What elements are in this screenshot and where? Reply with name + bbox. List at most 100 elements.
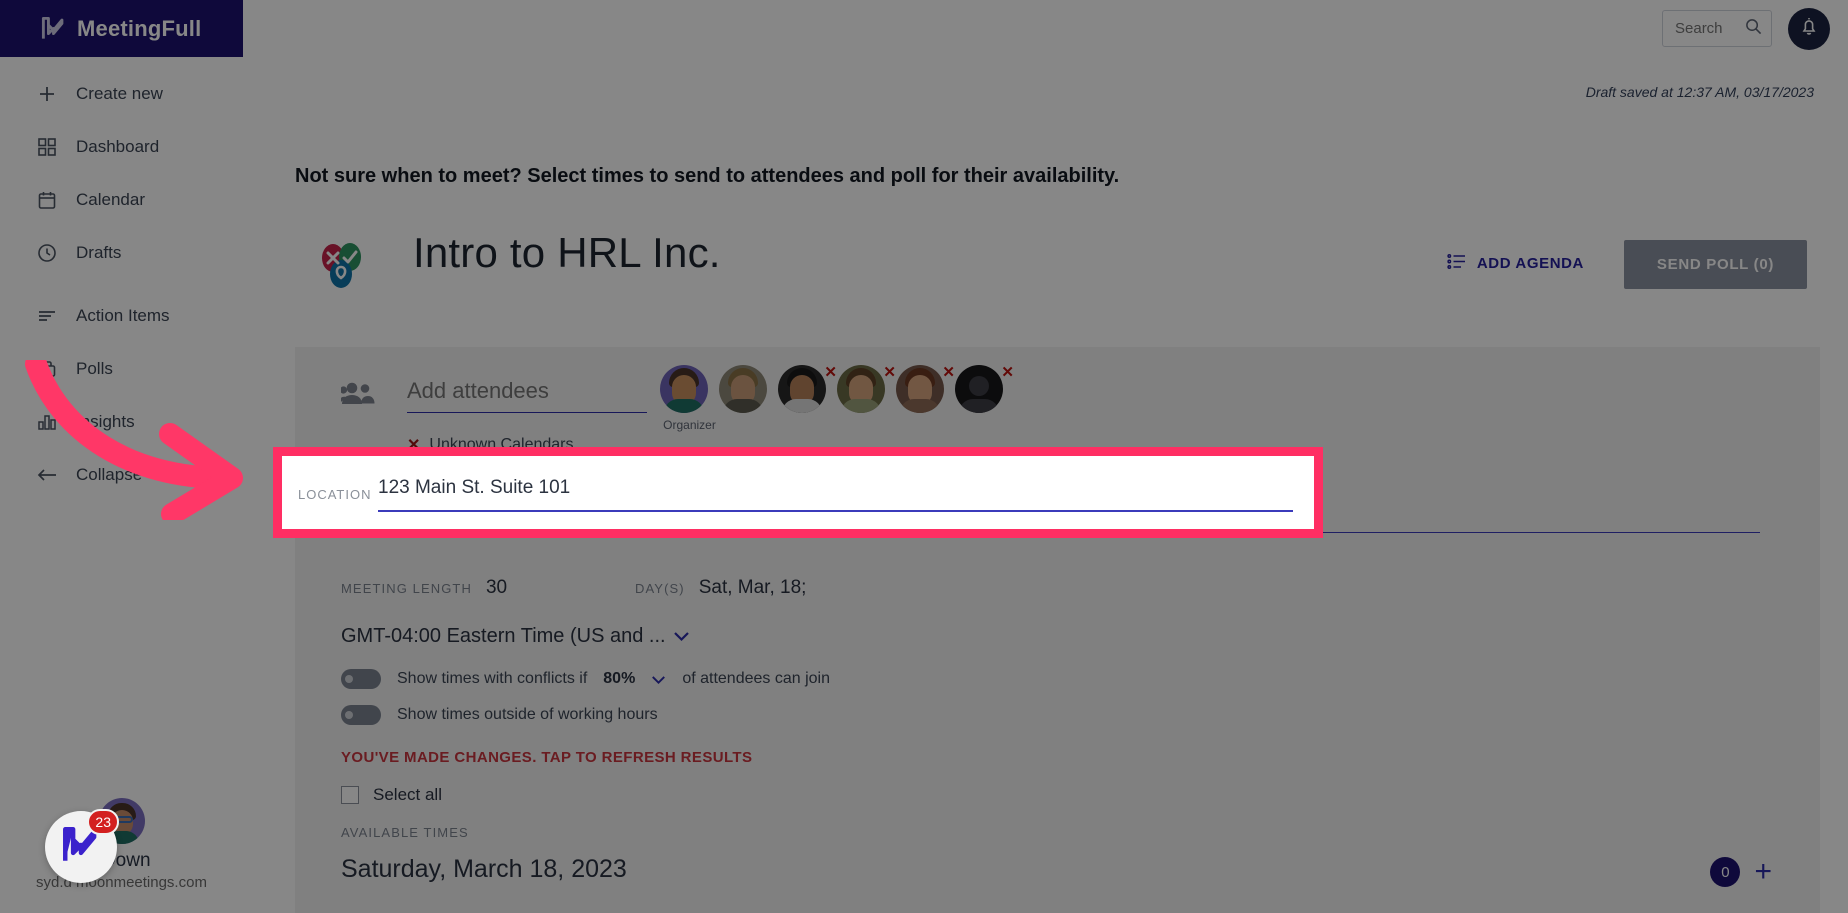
attendee-avatar-2 (719, 365, 767, 413)
poll-settings-card: Organizer (295, 347, 1820, 913)
remove-attendee-icon[interactable]: ✕ (824, 363, 837, 381)
app-root: MeetingFull Create new Dashboard Calenda… (0, 0, 1848, 913)
selected-times-controls: 0 + (1710, 857, 1772, 887)
sidebar-user-name: l Down (92, 850, 151, 871)
poll-balloons-icon (317, 241, 365, 291)
available-times-label: AVAILABLE TIMES (341, 825, 469, 840)
add-attendees-input[interactable] (407, 369, 647, 413)
attendee-avatar-4 (837, 365, 885, 413)
sidebar-item-calendar[interactable]: Calendar (0, 173, 243, 226)
select-all-checkbox[interactable] (341, 786, 359, 804)
calendar-icon (36, 189, 58, 211)
remove-attendee-icon[interactable]: ✕ (883, 363, 896, 381)
toggle-conflicts-suffix: of attendees can join (682, 670, 830, 687)
days-label: DAY(S) (635, 581, 685, 596)
title-row: Intro to HRL Inc. ADD AGENDA SEND POLL (… (295, 229, 1820, 301)
bar-chart-icon (36, 411, 58, 433)
toggle-outside-hours-label: Show times outside of working hours (397, 706, 658, 723)
sidebar-item-label: Insights (76, 411, 135, 431)
toggle-conflicts-prefix: Show times with conflicts if (397, 670, 588, 687)
people-icon (339, 380, 375, 408)
select-all-label: Select all (373, 785, 442, 804)
attendee-item[interactable]: ✕ (955, 363, 1014, 413)
refresh-results-message[interactable]: YOU'VE MADE CHANGES. TAP TO REFRESH RESU… (341, 749, 752, 766)
days-value: Sat, Mar, 18; (698, 577, 807, 598)
toggle-row-conflicts: Show times with conflicts if 80% of atte… (341, 669, 830, 689)
poll-box-icon (36, 358, 58, 380)
meeting-length-label: MEETING LENGTH (341, 581, 472, 596)
organizer-avatar (660, 365, 708, 413)
chevron-down-icon[interactable] (673, 628, 690, 645)
sidebar-item-polls[interactable]: Polls (0, 342, 243, 395)
attendee-item[interactable]: ✕ (837, 363, 896, 413)
sidebar-user-profile[interactable]: l Down syd.d moonmeetings.com (0, 798, 243, 891)
sidebar-item-create-new[interactable]: Create new (0, 67, 243, 120)
attendee-avatar-list: Organizer ✕ ✕ ✕ ✕ (660, 363, 1014, 432)
location-highlight-region[interactable]: LOCATION 123 Main St. Suite 101 (273, 447, 1323, 538)
sidebar-item-label: Drafts (76, 242, 122, 262)
sidebar-item-action-items[interactable]: Action Items (0, 289, 243, 342)
chat-widget-button[interactable]: 23 (45, 809, 119, 883)
conflicts-percent-value: 80% (603, 670, 636, 687)
attendee-organizer[interactable]: Organizer (660, 365, 719, 432)
date-heading: Saturday, March 18, 2023 (341, 855, 627, 883)
location-value: 123 Main St. Suite 101 (378, 477, 571, 498)
chevron-down-icon[interactable] (651, 671, 666, 688)
sidebar-item-collapse[interactable]: Collapse (0, 448, 243, 501)
location-input-underline (378, 510, 1293, 512)
attendee-avatar-6 (955, 365, 1003, 413)
attendee-avatar-3 (778, 365, 826, 413)
clock-icon (36, 242, 58, 264)
arrow-left-icon (36, 464, 58, 486)
sidebar-item-drafts[interactable]: Drafts (0, 226, 243, 279)
toggle-row-outside-hours: Show times outside of working hours (341, 705, 658, 725)
days-field[interactable]: DAY(S) Sat, Mar, 18; (635, 577, 806, 599)
brand-name: MeetingFull (77, 15, 202, 41)
search-box[interactable] (1662, 10, 1772, 47)
sidebar-item-dashboard[interactable]: Dashboard (0, 120, 243, 173)
sidebar-nav: Create new Dashboard Calendar Drafts Act… (0, 57, 243, 501)
timezone-selector[interactable]: GMT-04:00 Eastern Time (US and ... (341, 625, 690, 648)
meeting-meta-row: MEETING LENGTH 30 DAY(S) Sat, Mar, 18; (295, 569, 1820, 607)
list-lines-icon (36, 305, 58, 327)
sidebar-item-label: Action Items (76, 305, 170, 325)
bell-icon (1799, 16, 1819, 42)
sidebar-user-email: syd.d moonmeetings.com (36, 874, 207, 891)
meeting-length-value: 30 (485, 577, 508, 598)
search-icon[interactable] (1745, 18, 1762, 40)
meeting-length-field[interactable]: MEETING LENGTH 30 (341, 577, 507, 599)
add-agenda-label: ADD AGENDA (1476, 255, 1584, 272)
attendee-item[interactable] (719, 365, 778, 413)
draft-saved-status: Draft saved at 12:37 AM, 03/17/2023 (1585, 84, 1814, 100)
chat-unread-badge: 23 (87, 809, 119, 835)
meetingfull-logo-icon (40, 15, 67, 42)
notifications-button[interactable] (1788, 7, 1830, 50)
add-agenda-button[interactable]: ADD AGENDA (1447, 253, 1584, 274)
remove-attendee-icon[interactable]: ✕ (942, 363, 955, 381)
sidebar-item-insights[interactable]: Insights (0, 395, 243, 448)
send-poll-button[interactable]: SEND POLL (0) (1624, 240, 1807, 289)
plus-icon[interactable]: + (1754, 857, 1772, 887)
poll-prompt-text: Not sure when to meet? Select times to s… (295, 165, 1120, 187)
plus-icon (36, 83, 58, 105)
remove-attendee-icon[interactable]: ✕ (1001, 363, 1014, 381)
organizer-label: Organizer (663, 418, 716, 432)
page-title: Intro to HRL Inc. (413, 229, 721, 276)
toggle-show-outside-working-hours[interactable] (341, 705, 381, 725)
selected-count-badge: 0 (1710, 857, 1741, 887)
search-input[interactable] (1675, 20, 1745, 37)
top-bar (243, 0, 1848, 57)
sidebar-item-label: Dashboard (76, 136, 160, 156)
select-all-row[interactable]: Select all (341, 785, 442, 805)
agenda-list-icon (1447, 253, 1466, 274)
sidebar-item-label: Calendar (76, 189, 145, 209)
attendee-item[interactable]: ✕ (778, 363, 837, 413)
toggle-show-conflicts[interactable] (341, 669, 381, 689)
attendee-avatar-5 (896, 365, 944, 413)
attendee-item[interactable]: ✕ (896, 363, 955, 413)
location-label: LOCATION (298, 487, 372, 502)
brand-header: MeetingFull (0, 0, 243, 57)
timezone-value: GMT-04:00 Eastern Time (US and ... (341, 625, 666, 647)
sidebar-item-label: Create new (76, 83, 163, 103)
